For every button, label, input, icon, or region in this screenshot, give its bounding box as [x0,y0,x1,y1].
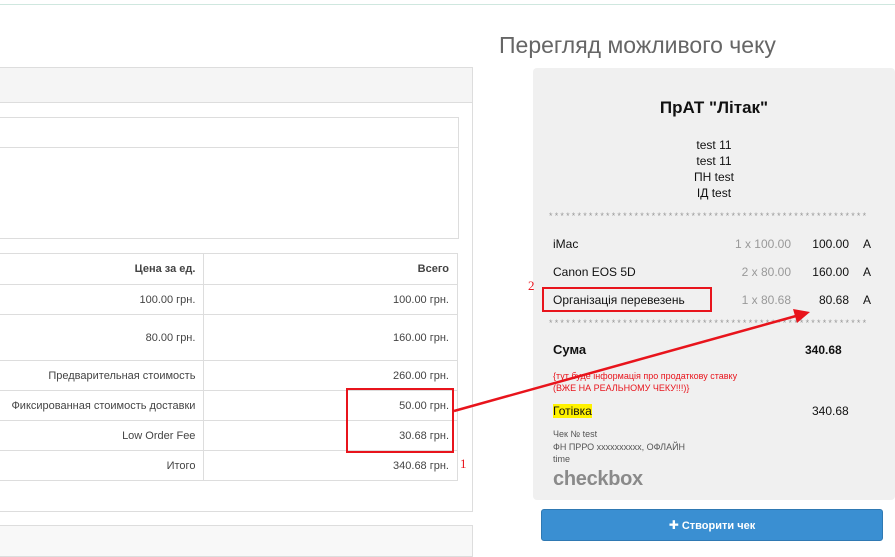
item-tax: А [862,237,871,251]
subtotal-row: Предварительная стоимость 260.00 грн. [0,360,458,391]
create-receipt-button[interactable]: ✚ Створити чек [541,509,883,541]
table-row: 100.00 грн. 100.00 грн. [0,284,458,315]
payment-label: Готівка [553,404,592,418]
receipt-meta: Чек № test ФН ПРРО xxxxxxxxxx, ОФЛАЙН ti… [553,428,685,466]
receipt-separator: ****************************************… [549,211,869,221]
item-name: Canon EOS 5D [553,265,636,279]
tax-note: {тут буде інформація про продаткову став… [553,370,737,394]
receipt-item: iMac 1 x 100.00 100.00 А [553,237,871,253]
order-info-divider [0,147,458,148]
order-panel-header [0,68,472,103]
item-qty: 2 x 80.00 [741,265,791,279]
plus-icon: ✚ [668,518,679,532]
fiscal-number: ФН ПРРО xxxxxxxxxx, ОФЛАЙН [553,441,686,452]
item-qty: 1 x 100.00 [734,237,791,251]
checkbox-logo: checkbox [553,468,643,490]
receipt-info-line: test 11 [696,138,732,152]
check-number: Чек № test [553,429,598,439]
shipping-label: Фиксированная стоимость доставки [0,390,205,421]
annotation-label-2: 2 [528,278,535,293]
annotation-box-item [542,287,712,312]
item-tax: А [862,293,871,307]
unit-price-header: Цена за ед. [0,253,205,285]
item-sum: 100.00 [812,237,849,251]
item-name: iMac [553,237,579,251]
item-tax: А [862,265,871,279]
tax-note-line: {тут буде інформація про продаткову став… [553,371,738,381]
item-sum: 160.00 [812,265,849,279]
subtotal-label: Предварительная стоимость [0,360,205,391]
receipt-info-line: test 11 [696,154,732,168]
top-divider [0,4,895,5]
order-info-box [0,117,459,239]
fee-label: Low Order Fee [0,420,205,451]
grand-total-label: Итого [0,450,205,481]
receipt-info-line: ІД test [696,186,732,200]
next-panel [0,525,473,557]
receipt-item: Canon EOS 5D 2 x 80.00 160.00 А [553,265,871,281]
grand-total-row: Итого 340.68 грн. [0,450,458,481]
receipt-info-line: ПН test [694,170,734,184]
table-row: 80.00 грн. 160.00 грн. [0,314,458,361]
total-cell: 160.00 грн. [203,314,458,361]
sum-label: Сума [553,342,587,357]
total-header: Всего [203,253,458,285]
grand-total-value: 340.68 грн. [203,450,458,481]
company-name: ПрАТ "Літак" [659,98,769,117]
total-cell: 100.00 грн. [203,284,458,315]
receipt-separator: ****************************************… [549,318,869,328]
receipt-time: time [553,454,571,464]
totals-header-row: Цена за ед. Всего [0,253,458,285]
payment-value: 340.68 [812,404,849,418]
unit-price-cell: 80.00 грн. [0,314,205,361]
unit-price-cell: 100.00 грн. [0,284,205,315]
sum-value: 340.68 [805,343,842,357]
item-sum: 80.68 [818,293,849,307]
annotation-box-fees [346,388,454,453]
preview-title: Перегляд можливого чеку [499,32,776,58]
tax-note-line: (ВЖЕ НА РЕАЛЬНОМУ ЧЕКУ!!!)} [553,383,690,393]
annotation-label-1: 1 [460,456,467,471]
subtotal-value: 260.00 грн. [203,360,458,391]
create-receipt-label: Створити чек [681,520,756,532]
receipt-preview: ПрАТ "Літак" test 11 test 11 ПН test ІД … [533,68,895,500]
item-qty: 1 x 80.68 [741,293,791,307]
